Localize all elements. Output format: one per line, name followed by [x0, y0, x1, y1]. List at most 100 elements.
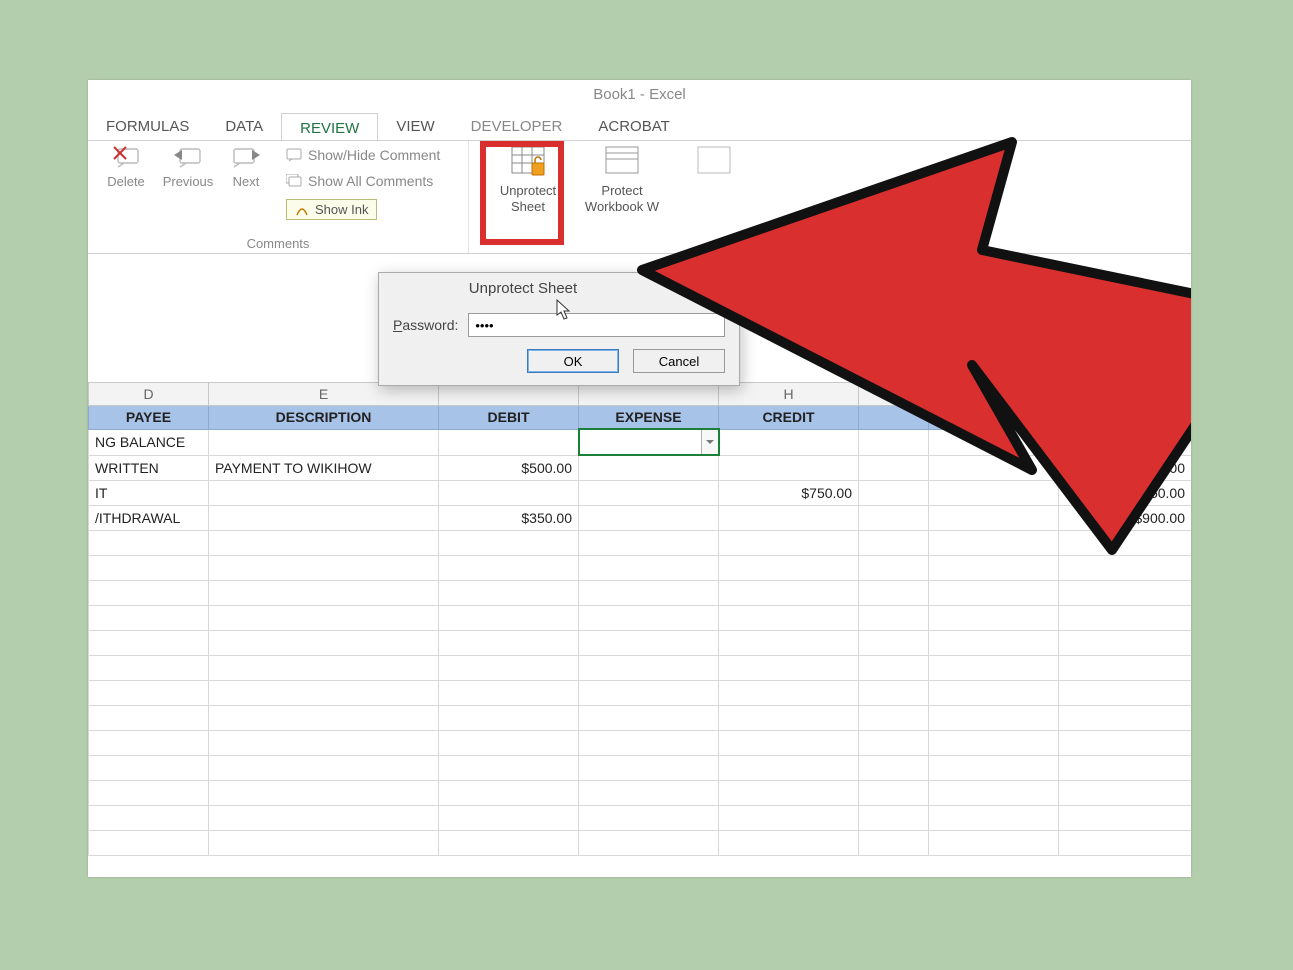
cell[interactable]	[439, 581, 579, 606]
ok-button[interactable]: OK	[527, 349, 619, 373]
delete-comment-button[interactable]: Delete	[98, 145, 154, 189]
cell[interactable]	[929, 481, 1059, 506]
cell[interactable]	[209, 681, 439, 706]
cell[interactable]	[719, 506, 859, 531]
cell[interactable]	[719, 606, 859, 631]
tab-developer[interactable]: DEVELOPER	[453, 112, 581, 143]
cell[interactable]	[209, 606, 439, 631]
cell[interactable]	[929, 606, 1059, 631]
cell[interactable]	[439, 556, 579, 581]
cell[interactable]	[209, 581, 439, 606]
cell[interactable]	[89, 806, 209, 831]
cell[interactable]	[439, 606, 579, 631]
cell[interactable]	[89, 756, 209, 781]
field-header[interactable]: DESCRIPTION	[209, 406, 439, 430]
cell[interactable]	[89, 631, 209, 656]
cell[interactable]	[89, 681, 209, 706]
cell[interactable]	[929, 506, 1059, 531]
tab-formulas[interactable]: FORMULAS	[88, 112, 207, 143]
show-ink-button[interactable]: Show Ink	[286, 199, 377, 220]
cell[interactable]	[929, 806, 1059, 831]
cell[interactable]	[859, 756, 929, 781]
cell[interactable]	[439, 831, 579, 856]
cell[interactable]	[439, 781, 579, 806]
protect-workbook-button[interactable]: Protect Workbook W	[582, 145, 662, 214]
cell[interactable]	[579, 706, 719, 731]
cell[interactable]	[1059, 606, 1192, 631]
cell[interactable]	[1059, 531, 1192, 556]
cell[interactable]	[929, 781, 1059, 806]
cell[interactable]	[859, 581, 929, 606]
cell[interactable]	[1059, 681, 1192, 706]
cell[interactable]	[719, 756, 859, 781]
cell[interactable]	[579, 581, 719, 606]
cell[interactable]	[209, 429, 439, 455]
field-header[interactable]: EXPENSE	[579, 406, 719, 430]
cell[interactable]	[859, 631, 929, 656]
cell[interactable]	[439, 706, 579, 731]
spreadsheet[interactable]: DEHIK PAYEEDESCRIPTIONDEBITEXPENSECREDIT…	[88, 382, 1191, 856]
cell[interactable]	[209, 481, 439, 506]
cell[interactable]	[929, 831, 1059, 856]
cell[interactable]: $500.00	[1059, 455, 1192, 481]
tab-acrobat[interactable]: ACROBAT	[580, 112, 687, 143]
cell[interactable]	[439, 429, 579, 455]
cell[interactable]	[859, 681, 929, 706]
cell[interactable]	[859, 831, 929, 856]
cell[interactable]	[1059, 831, 1192, 856]
cell[interactable]	[209, 756, 439, 781]
cell[interactable]: $500.00	[439, 455, 579, 481]
cell[interactable]	[929, 581, 1059, 606]
cell[interactable]	[859, 706, 929, 731]
cell[interactable]	[439, 631, 579, 656]
cell[interactable]	[439, 656, 579, 681]
cell[interactable]	[209, 781, 439, 806]
cell[interactable]	[929, 556, 1059, 581]
cell[interactable]	[859, 606, 929, 631]
cell[interactable]	[929, 631, 1059, 656]
cell[interactable]	[859, 481, 929, 506]
cell[interactable]	[929, 531, 1059, 556]
column-header[interactable]	[929, 383, 1059, 406]
cell[interactable]	[859, 506, 929, 531]
cell[interactable]: $900.00	[1059, 506, 1192, 531]
cell[interactable]	[929, 706, 1059, 731]
cell[interactable]	[719, 631, 859, 656]
cancel-button[interactable]: Cancel	[633, 349, 725, 373]
cell[interactable]	[719, 531, 859, 556]
field-header[interactable]: BALANCE	[1059, 406, 1192, 430]
filter-dropdown-icon[interactable]	[701, 429, 719, 455]
cell[interactable]	[579, 481, 719, 506]
cell[interactable]	[579, 656, 719, 681]
cell[interactable]	[579, 531, 719, 556]
cell[interactable]	[859, 656, 929, 681]
field-header[interactable]: DEBIT	[439, 406, 579, 430]
cell[interactable]	[209, 631, 439, 656]
cell[interactable]	[719, 706, 859, 731]
cell[interactable]: PAYMENT TO WIKIHOW	[209, 455, 439, 481]
cell[interactable]	[859, 429, 929, 455]
cell[interactable]	[719, 731, 859, 756]
cell[interactable]	[209, 731, 439, 756]
unprotect-sheet-button[interactable]: Unprotect Sheet	[488, 145, 568, 214]
cell[interactable]	[1059, 756, 1192, 781]
cell[interactable]	[929, 656, 1059, 681]
cell[interactable]	[209, 706, 439, 731]
column-header[interactable]: I	[859, 383, 929, 406]
cell[interactable]	[579, 681, 719, 706]
cell[interactable]	[929, 681, 1059, 706]
cell[interactable]	[719, 429, 859, 455]
tab-data[interactable]: DATA	[207, 112, 281, 143]
show-all-comments-button[interactable]: Show All Comments	[286, 173, 433, 189]
cell[interactable]	[89, 656, 209, 681]
column-header[interactable]: K	[1059, 383, 1192, 406]
cell[interactable]	[439, 481, 579, 506]
cell[interactable]	[579, 556, 719, 581]
cell[interactable]	[929, 731, 1059, 756]
cell[interactable]	[859, 556, 929, 581]
cell[interactable]	[1059, 556, 1192, 581]
cell[interactable]	[859, 806, 929, 831]
column-header[interactable]: D	[89, 383, 209, 406]
tab-view[interactable]: VIEW	[378, 112, 452, 143]
show-hide-comment-button[interactable]: Show/Hide Comment	[286, 147, 440, 163]
